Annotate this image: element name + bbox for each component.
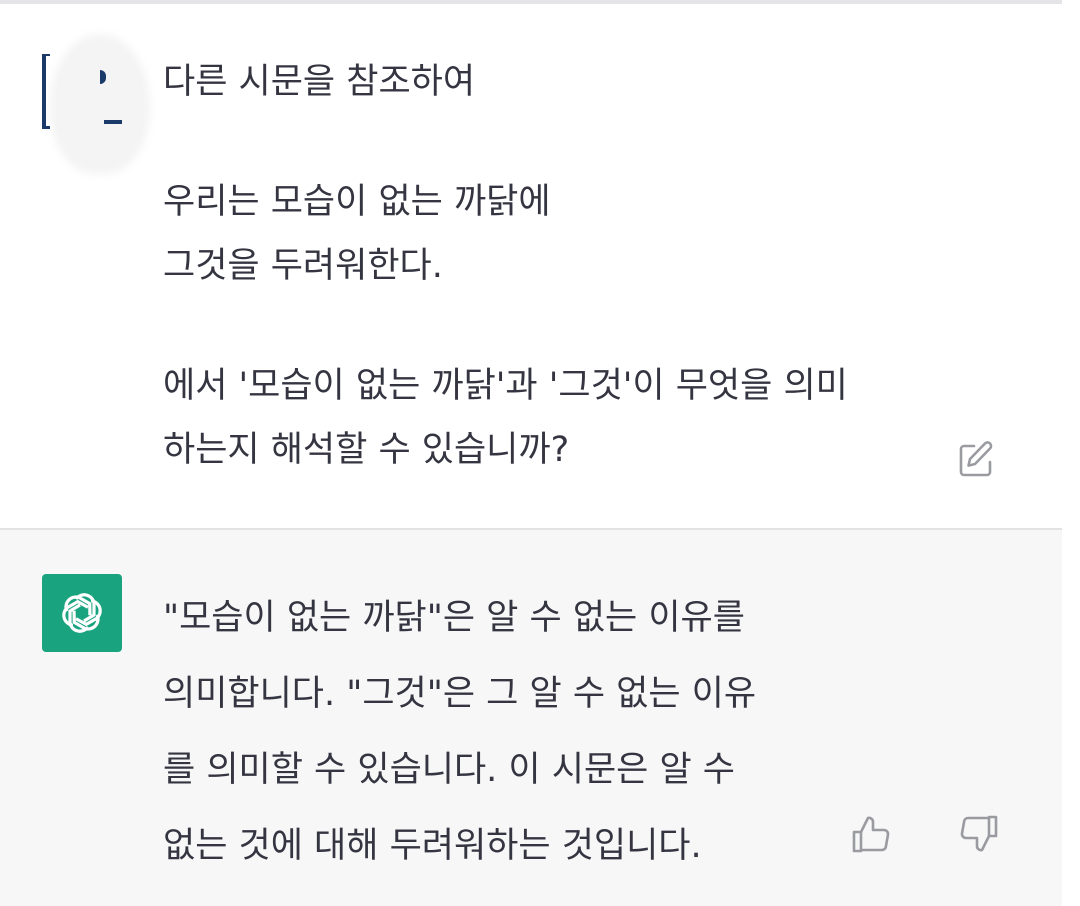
user-message: 다른 시문을 참조하여우리는 모습이 없는 까닭에 그것을 두려워한다. 에서 '…: [0, 4, 1062, 528]
right-gutter: [1062, 0, 1080, 906]
user-line: 다른 시문을 참조하여: [163, 62, 476, 102]
assistant-line: 의미합니다. "그것"은 그 알 수 없는 이유: [163, 674, 757, 714]
user-line: 그것을 두려워한다.: [163, 246, 443, 286]
user-message-text: 다른 시문을 참조하여우리는 모습이 없는 까닭에 그것을 두려워한다. 에서 '…: [163, 50, 953, 482]
user-line: 에서 '모습이 없는 까닭'과 '그것'이 무엇을 의미: [163, 366, 848, 406]
user-avatar: [42, 34, 150, 174]
user-line: 우리는 모습이 없는 까닭에: [163, 182, 551, 222]
assistant-message-text: "모습이 없는 까닭"은 알 수 없는 이유를 의미합니다. "그것"은 그 알…: [163, 580, 863, 884]
avatar-mark-bottom: [104, 120, 122, 124]
edit-icon[interactable]: [956, 440, 996, 480]
assistant-line: 없는 것에 대해 두려워하는 것입니다.: [163, 826, 702, 866]
avatar-redaction: [50, 34, 150, 174]
assistant-line: "모습이 없는 까닭"은 알 수 없는 이유를: [163, 598, 745, 638]
thumbs-down-icon[interactable]: [956, 812, 1000, 856]
avatar-mark-left: [42, 54, 50, 129]
assistant-line: 를 의미할 수 있습니다. 이 시문은 알 수: [163, 750, 736, 790]
chatgpt-logo: [42, 574, 122, 652]
thumbs-up-icon[interactable]: [850, 812, 894, 856]
user-line: 하는지 해석할 수 있습니까?: [163, 430, 570, 470]
